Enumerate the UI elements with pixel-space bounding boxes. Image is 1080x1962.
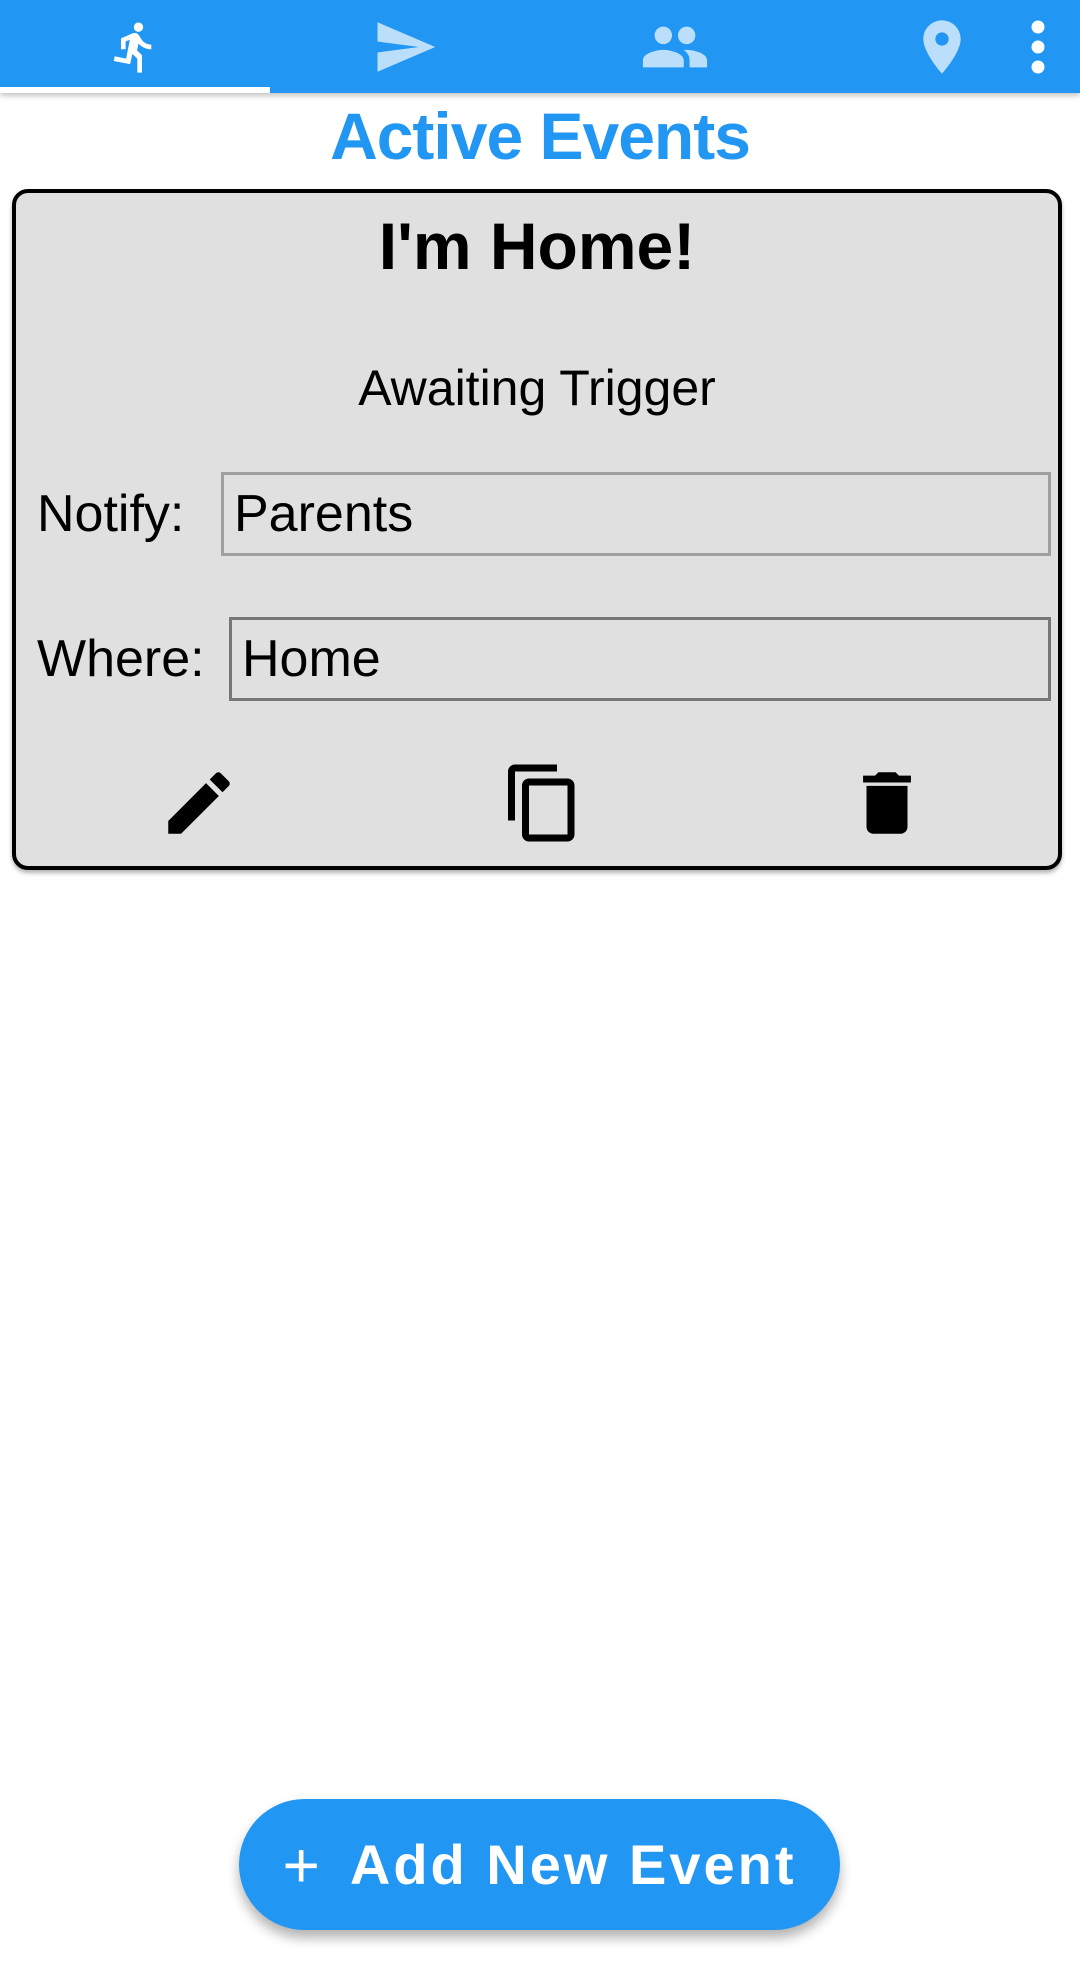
tab-contacts[interactable] (540, 0, 810, 93)
edit-icon (168, 772, 230, 834)
add-new-event-label: Add New Event (349, 1833, 797, 1896)
overflow-menu-button[interactable] (1008, 0, 1068, 93)
notify-label: Notify: (37, 485, 185, 543)
copy-icon (508, 764, 575, 842)
edit-event-button[interactable] (154, 758, 244, 848)
selected-tab-indicator (0, 87, 270, 93)
tab-places[interactable] (810, 0, 1008, 93)
delete-event-button[interactable] (842, 758, 932, 848)
people-icon (642, 26, 708, 67)
plus-icon: + (282, 1828, 320, 1901)
tab-send[interactable] (270, 0, 540, 93)
tab-events[interactable] (0, 0, 270, 93)
event-status: Awaiting Trigger (358, 360, 716, 416)
delete-icon (863, 772, 911, 834)
where-label: Where: (37, 630, 205, 688)
send-icon (377, 21, 436, 72)
copy-event-button[interactable] (498, 758, 588, 848)
top-tab-bar (0, 0, 1080, 93)
more-vert-icon (1031, 20, 1045, 73)
event-card: I'm Home! Awaiting Trigger Notify: Paren… (12, 189, 1062, 870)
location-pin-icon (923, 19, 961, 74)
run-icon (113, 21, 152, 73)
notify-field[interactable]: Parents (221, 472, 1051, 556)
page-title: Active Events (330, 99, 751, 173)
where-field[interactable]: Home (229, 617, 1051, 701)
event-title: I'm Home! (378, 209, 696, 283)
add-new-event-button[interactable]: + Add New Event (239, 1799, 840, 1930)
